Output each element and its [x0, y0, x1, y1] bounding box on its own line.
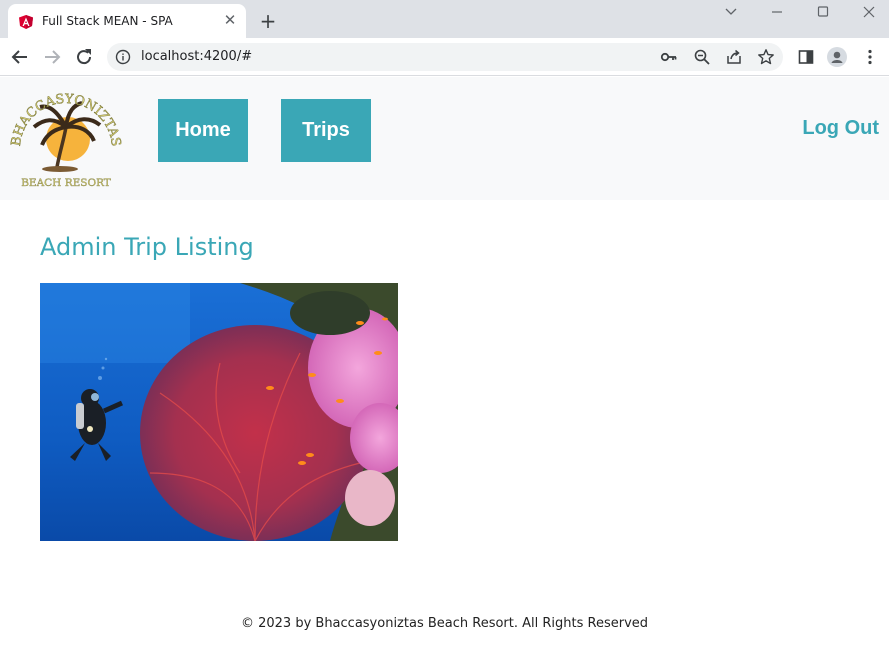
- close-window-icon[interactable]: [854, 2, 884, 22]
- site-info-icon[interactable]: [115, 49, 131, 65]
- url-text[interactable]: localhost:4200/#: [141, 49, 252, 64]
- bookmark-star-icon[interactable]: [757, 48, 775, 66]
- share-icon[interactable]: [725, 48, 743, 66]
- maximize-icon[interactable]: [808, 2, 838, 22]
- trip-image: [40, 283, 410, 542]
- browser-tabstrip: Full Stack MEAN - SPA ✕ +: [0, 0, 889, 38]
- reload-icon[interactable]: [73, 46, 95, 68]
- page-title: Admin Trip Listing: [40, 233, 254, 261]
- svg-text:BEACH RESORT: BEACH RESORT: [21, 177, 111, 189]
- nav-home-button[interactable]: Home: [158, 99, 248, 162]
- minimize-icon[interactable]: [762, 2, 792, 22]
- tab-search-icon[interactable]: [716, 2, 746, 22]
- menu-icon[interactable]: [860, 47, 880, 67]
- site-header: BHACCASYONIZTAS BEACH RESORT Home Trips …: [0, 77, 889, 200]
- tab-title: Full Stack MEAN - SPA: [42, 14, 173, 28]
- logout-link[interactable]: Log Out: [802, 117, 879, 140]
- zoom-out-icon[interactable]: [693, 48, 711, 66]
- close-tab-icon[interactable]: ✕: [222, 12, 238, 28]
- nav-trips-button[interactable]: Trips: [281, 99, 371, 162]
- new-tab-icon[interactable]: +: [258, 11, 278, 31]
- side-panel-icon[interactable]: [796, 47, 816, 67]
- profile-icon[interactable]: [827, 47, 847, 67]
- footer-copyright: © 2023 by Bhaccasyoniztas Beach Resort. …: [240, 616, 649, 631]
- address-bar[interactable]: localhost:4200/#: [107, 43, 783, 71]
- back-icon[interactable]: [9, 46, 31, 68]
- browser-tab[interactable]: Full Stack MEAN - SPA ✕: [8, 4, 246, 38]
- browser-toolbar: localhost:4200/#: [0, 38, 889, 76]
- key-icon[interactable]: [660, 48, 678, 66]
- angular-logo-icon: [18, 14, 34, 30]
- resort-logo[interactable]: BHACCASYONIZTAS BEACH RESORT: [9, 87, 123, 191]
- forward-icon[interactable]: [41, 46, 63, 68]
